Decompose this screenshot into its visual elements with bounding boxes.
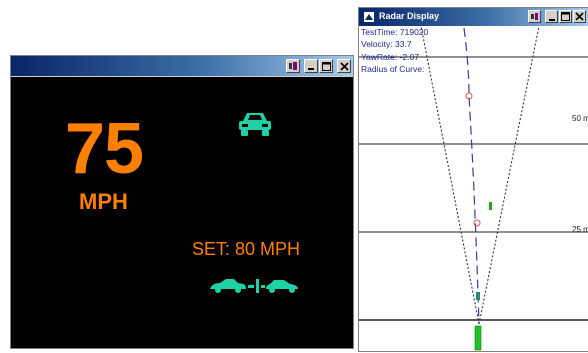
radar-target-vehicle bbox=[476, 292, 480, 300]
close-button[interactable] bbox=[573, 10, 586, 23]
predicted-path-line bbox=[463, 27, 480, 325]
radar-target-marker bbox=[473, 219, 481, 227]
app-menu-icon[interactable] bbox=[528, 10, 541, 23]
radar-display-window: Radar Display TestTime: 719020 Velocity:… bbox=[358, 7, 588, 352]
cruise-display-window: 75 MPH SET: 80 MPH bbox=[10, 55, 354, 349]
radar-window-title: Radar Display bbox=[379, 11, 440, 21]
minimize-button[interactable] bbox=[304, 59, 318, 73]
cruise-title-bar[interactable] bbox=[11, 56, 353, 76]
speed-unit-label: MPH bbox=[79, 189, 128, 214]
close-button[interactable] bbox=[337, 59, 351, 73]
radar-readouts: TestTime: 719020 Velocity: 33.7 YawRate:… bbox=[361, 26, 428, 75]
radar-app-icon bbox=[364, 12, 374, 22]
range-label-50m: 50 m bbox=[572, 114, 588, 123]
range-label-25m: 25 m bbox=[572, 225, 588, 234]
cruise-display-panel: 75 MPH SET: 80 MPH bbox=[11, 77, 353, 348]
radar-target-vehicle bbox=[489, 202, 492, 210]
minimize-button[interactable] bbox=[545, 10, 558, 23]
app-menu-icon[interactable] bbox=[286, 59, 300, 73]
radius-of-curve-readout: Radius of Curve: bbox=[361, 63, 425, 74]
following-distance-icon bbox=[210, 279, 298, 293]
radar-window-controls bbox=[528, 10, 586, 23]
set-speed-label: SET: 80 MPH bbox=[192, 239, 301, 259]
yaw-rate-readout: YawRate: -2.07 bbox=[361, 51, 419, 62]
maximize-button[interactable] bbox=[319, 59, 333, 73]
vehicle-ahead-icon bbox=[239, 113, 271, 136]
maximize-button[interactable] bbox=[559, 10, 572, 23]
radar-plot-area: TestTime: 719020 Velocity: 33.7 YawRate:… bbox=[359, 26, 588, 351]
cruise-window-controls bbox=[286, 59, 351, 73]
own-vehicle-marker bbox=[474, 325, 482, 351]
radar-fov-left-edge bbox=[420, 26, 480, 325]
velocity-readout: Velocity: 33.7 bbox=[361, 39, 412, 50]
current-speed-value: 75 bbox=[65, 109, 144, 189]
test-time-readout: TestTime: 719020 bbox=[361, 27, 429, 37]
radar-fov-right-edge bbox=[478, 26, 540, 325]
radar-title-bar[interactable]: Radar Display bbox=[359, 8, 588, 26]
